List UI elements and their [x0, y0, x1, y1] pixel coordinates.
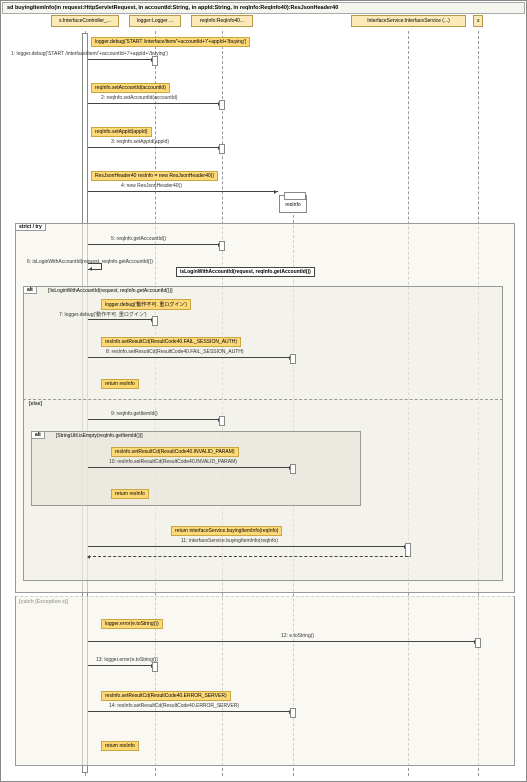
label-msg8: 8: resInfo.setResultCd(ResultCode40.FAIL…: [106, 349, 244, 355]
fragment-alt1-cond: [!isLoginWithAccountId(request, reqInfo.…: [48, 288, 173, 294]
label-msg11: 11: interfaceService.buyingItemInfo(reqI…: [181, 538, 278, 544]
activation-reqinfo-2: [219, 100, 225, 110]
note-msg11: return interfaceService.buyingItemInfo(r…: [171, 526, 282, 536]
note-msg2: reqInfo.setAccountId(accountId): [91, 83, 170, 93]
participant-controller: s:InterfaceController_...: [51, 15, 119, 27]
label-msg13: 13: logger.error(e.toString()): [96, 657, 158, 663]
fragment-catch: [15, 596, 515, 766]
participant-logger: logger:Logger ...: [129, 15, 181, 27]
return-msg11: [88, 556, 408, 557]
fragment-alt2-cond: [StringUtil.isEmpty(reqInfo.getItemId())…: [56, 433, 143, 439]
activation-extra-12: [475, 638, 481, 648]
else-label: [else]: [29, 401, 42, 407]
activation-resinfo-14: [290, 708, 296, 718]
label-msg9: 9: reqInfo.getItemId(): [111, 411, 158, 417]
label-msg5: 5: reqInfo.getAccountId(): [111, 236, 166, 242]
return-1: return resInfo: [101, 379, 139, 389]
fragment-try-label: strict / try: [16, 224, 46, 231]
activation-reqinfo-3: [219, 144, 225, 154]
sequence-diagram: sd buyingItemInfo(in request:HttpServlet…: [0, 0, 527, 782]
activation-resinfo-10: [290, 464, 296, 474]
arrow-msg9: [88, 419, 222, 420]
diagram-title: sd buyingItemInfo(in request:HttpServlet…: [2, 2, 525, 14]
arrow-msg3: [88, 147, 222, 148]
activation-service-11: [405, 543, 411, 557]
alt1-divider: [23, 399, 503, 400]
arrow-msg5: [88, 244, 222, 245]
note-msg1: logger.debug('START /interface/item/'+ac…: [91, 37, 250, 47]
label-msg3: 3: reqInfo.setAppId(appId): [111, 139, 169, 145]
fragment-alt1-label: alt: [24, 287, 37, 294]
activation-reqinfo-9: [219, 416, 225, 426]
arrow-msg7: [88, 319, 155, 320]
arrow-msg1: [88, 59, 155, 60]
return-2: return resInfo: [111, 489, 149, 499]
label-msg7: 7: logger.debug('動作不可. 重ログイン'): [59, 311, 147, 318]
activation-logger-7: [152, 316, 158, 326]
label-msg10: 10: resInfo.setResultCd(ResultCode40.INV…: [109, 459, 237, 465]
participant-reqinfo: reqInfo:ReqInfo40...: [191, 15, 253, 27]
arrow-msg11: [88, 546, 408, 547]
arrow-msg10: [88, 467, 293, 468]
box-msg6: isLoginWithAccountId(request, reqInfo.ge…: [176, 267, 315, 277]
note-msg14: resInfo.setResultCd(ResultCode40.ERROR_S…: [101, 691, 231, 701]
note-msg7: logger.debug('動作不可. 重ログイン'): [101, 299, 191, 310]
label-msg2: 2: reqInfo.setAccountId(accountId): [101, 95, 177, 101]
note-msg8: resInfo.setResultCd(ResultCode40.FAIL_SE…: [101, 337, 241, 347]
return-3: return resInfo: [101, 741, 139, 751]
participant-service: InterfaceService:InterfaceService (...): [351, 15, 466, 27]
label-msg14: 14: resInfo.setResultCd(ResultCode40.ERR…: [109, 703, 239, 709]
note-msg3: reqInfo.setAppId(appId): [91, 127, 152, 137]
note-msg4: ResJsonHeader40 resInfo = new ResJsonHea…: [91, 171, 218, 181]
arrow-msg8: [88, 357, 293, 358]
arrow-msg12: [88, 641, 478, 642]
participant-extra: s: [473, 15, 483, 27]
object-resinfo: resInfo: [279, 195, 307, 213]
selfcall-msg6: [88, 263, 102, 270]
label-msg4: 4: new ResJsonHeader40(): [121, 183, 182, 189]
note-msg12: logger.error(e.toString()): [101, 619, 163, 629]
arrow-msg13: [88, 665, 155, 666]
fragment-alt2: alt [StringUtil.isEmpty(reqInfo.getItemI…: [31, 431, 361, 506]
activation-logger-1: [152, 56, 158, 66]
activation-logger-13: [152, 662, 158, 672]
note-msg10: resInfo.setResultCd(ResultCode40.INVALID…: [111, 447, 239, 457]
arrow-msg14: [88, 711, 293, 712]
label-msg1: 1: logger.debug('START /interface/item/'…: [11, 51, 168, 57]
arrow-msg2: [88, 103, 222, 104]
activation-resinfo-8: [290, 354, 296, 364]
activation-reqinfo-5: [219, 241, 225, 251]
fragment-alt2-label: alt: [32, 432, 45, 439]
label-msg12: 12: e.toString(): [281, 633, 314, 639]
arrow-msg4: [88, 191, 278, 192]
